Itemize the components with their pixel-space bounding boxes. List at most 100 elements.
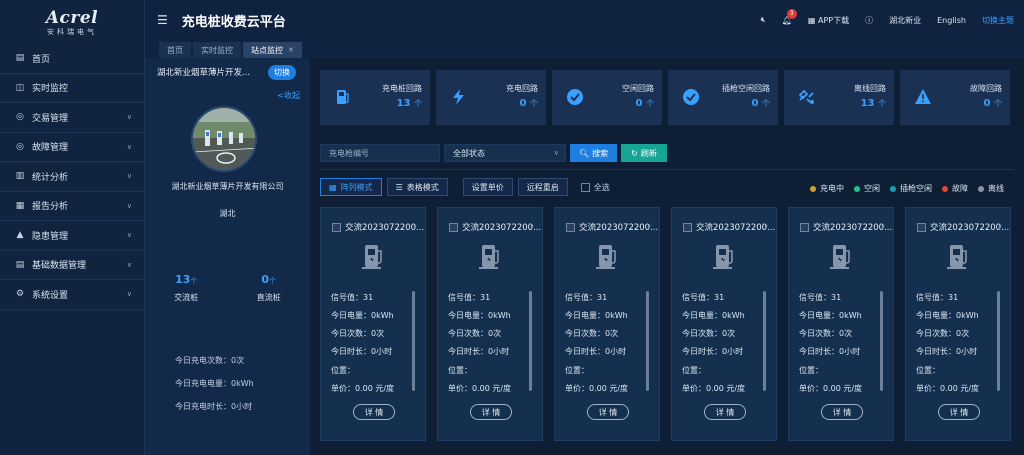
remote-restart-button[interactable]: 远程重启: [517, 178, 568, 196]
card-checkbox[interactable]: [800, 223, 809, 232]
chevron-down-icon: ∨: [126, 142, 132, 151]
pile-card[interactable]: 交流2023072200... ⌕ 信号值：31 今日电量：0kWh 今日次数：0次 今日…: [320, 207, 426, 441]
pile-card[interactable]: 交流2023072200... ⌕ 信号值：31 今日电量：0kWh 今日次数：0次 今日…: [905, 207, 1011, 441]
stat-label: 充电回路: [506, 84, 538, 93]
stat-unit: 个: [414, 99, 422, 108]
scrollbar[interactable]: [646, 291, 649, 391]
card-checkbox[interactable]: [566, 223, 575, 232]
card-checkbox[interactable]: [917, 223, 926, 232]
close-icon[interactable]: ✕: [288, 46, 294, 54]
dc-count-value: 0: [261, 273, 270, 286]
scrollbar[interactable]: [880, 291, 883, 391]
detail-button[interactable]: 详 情: [353, 404, 395, 420]
stat-value-wrap: 13 个: [397, 98, 422, 109]
stat-value-wrap: 0 个: [520, 98, 538, 109]
signal-value: 信号值：31: [916, 293, 959, 302]
sidebar-item-7[interactable]: ▤ 基础数据管理 ∨: [0, 251, 144, 280]
tab-label: 首页: [167, 45, 183, 55]
grid-mode-label: 阵列模式: [340, 182, 373, 192]
sidebar-item-6[interactable]: ▲ 隐患管理 ∨: [0, 221, 144, 251]
refresh-button[interactable]: ↻ 刷新: [621, 144, 667, 162]
pile-card[interactable]: 交流2023072200... ⌕ 信号值：31 今日电量：0kWh 今日次数：0次 今日…: [788, 207, 894, 441]
set-price-button[interactable]: 设置单价: [462, 178, 513, 196]
unplug-icon: [798, 88, 816, 106]
switch-theme-link[interactable]: 切换主题: [982, 15, 1014, 26]
app-download-link[interactable]: ▦ APP下载: [808, 15, 849, 26]
location: 位置：: [682, 366, 706, 375]
gun-code-input[interactable]: 充电枪编号: [320, 144, 440, 162]
station-photo: [191, 106, 257, 172]
select-all[interactable]: 全选: [580, 182, 610, 193]
tab-realtime[interactable]: 实时监控: [193, 42, 241, 58]
search-button[interactable]: 🔍︎ 搜索: [570, 144, 618, 162]
user-name[interactable]: 湖北新业: [889, 15, 921, 26]
sidebar-item-1[interactable]: ◫ 实时监控: [0, 74, 144, 103]
stat-card-1: 充电回路 0 个: [436, 70, 546, 125]
tab-home[interactable]: 首页: [159, 42, 191, 58]
today-count: 今日次数：0次: [448, 329, 502, 338]
menu-toggle-icon[interactable]: ☰: [157, 13, 168, 27]
chevron-down-icon: ∨: [126, 290, 132, 299]
pin-icon: ⌕: [998, 222, 1002, 230]
sidebar-item-8[interactable]: ⚙ 系统设置 ∨: [0, 280, 144, 310]
grid-mode-button[interactable]: ▦ 阵列模式: [320, 178, 382, 196]
today-count: 今日次数：0次: [565, 329, 619, 338]
pin-icon: ⌕: [881, 222, 885, 230]
lang-switch[interactable]: English: [937, 16, 966, 25]
today-count: 今日次数：0次: [916, 329, 970, 338]
sidebar: Acrel 安科瑞电气 ▤ 首页 ◫ 实时监控 ◎ 交易管理 ∨ ◎ 故障管理 ∨ ▥ 统计分析 ∨ ▦ 报…: [0, 0, 145, 455]
unit-price: 单价：0.00 元/度: [331, 384, 395, 393]
home-icon: ▤: [15, 53, 25, 64]
detail-button[interactable]: 详 情: [587, 404, 629, 420]
bell-icon[interactable]: 🔔︎ 3: [782, 8, 797, 25]
scrollbar[interactable]: [529, 291, 532, 391]
select-all-label: 全选: [593, 182, 610, 192]
signal-value: 信号值：31: [565, 293, 608, 302]
switch-station-button[interactable]: 切换: [268, 64, 296, 80]
table-mode-button[interactable]: ☰ 表格模式: [386, 178, 448, 196]
today-duration: 今日时长：0小时: [331, 347, 393, 356]
pile-card[interactable]: 交流2023072200... ⌕ 信号值：31 今日电量：0kWh 今日次数：0次 今日…: [437, 207, 543, 441]
tab-bar: 首页 实时监控 站点监控 ✕: [145, 40, 1024, 58]
detail-button[interactable]: 详 情: [470, 404, 512, 420]
app-download-label: APP下载: [817, 15, 850, 25]
help-icon[interactable]: ⓘ: [865, 15, 873, 26]
status-select[interactable]: 全部状态 ∨: [444, 144, 566, 162]
card-checkbox[interactable]: [683, 223, 692, 232]
logo-sub: 安科瑞电气: [47, 27, 97, 36]
card-checkbox[interactable]: [332, 223, 341, 232]
toolbar: ▦ 阵列模式 ☰ 表格模式 设置单价 远程重启 全选: [320, 178, 610, 196]
detail-button[interactable]: 详 情: [704, 404, 746, 420]
tab-station-monitor[interactable]: 站点监控 ✕: [243, 42, 302, 58]
stat-value-wrap: 0 个: [752, 98, 770, 109]
pile-card[interactable]: 交流2023072200... ⌕ 信号值：31 今日电量：0kWh 今日次数：0次 今日…: [554, 207, 660, 441]
legend-dot: [890, 185, 896, 192]
select-all-checkbox[interactable]: [580, 182, 590, 192]
tab-label: 站点监控: [251, 45, 283, 55]
legend-item: 插枪空闲: [890, 183, 932, 194]
sidebar-item-5[interactable]: ▦ 报告分析 ∨: [0, 192, 144, 221]
stat-unit: 个: [646, 99, 654, 108]
detail-button[interactable]: 详 情: [938, 404, 980, 420]
header-right: 🔇︎ 🔔︎ 3 ▦ APP下载 ⓘ 湖北新业 English 切换主题: [761, 0, 1014, 40]
sidebar-item-4[interactable]: ▥ 统计分析 ∨: [0, 162, 144, 192]
legend-label: 插枪空闲: [900, 184, 932, 193]
sidebar-item-2[interactable]: ◎ 交易管理 ∨: [0, 103, 144, 133]
pile-card[interactable]: 交流2023072200... ⌕ 信号值：31 今日电量：0kWh 今日次数：0次 今日…: [671, 207, 777, 441]
warning-icon: ▲: [16, 230, 24, 241]
scrollbar[interactable]: [412, 291, 415, 391]
card-checkbox[interactable]: [449, 223, 458, 232]
collapse-link[interactable]: <收起: [277, 90, 300, 101]
mute-icon[interactable]: 🔇︎: [761, 15, 766, 25]
signal-value: 信号值：31: [448, 293, 491, 302]
sidebar-item-0[interactable]: ▤ 首页: [0, 44, 144, 74]
pin-icon: ⌕: [413, 222, 417, 230]
sidebar-item-3[interactable]: ◎ 故障管理 ∨: [0, 133, 144, 162]
location: 位置：: [331, 366, 355, 375]
scrollbar[interactable]: [997, 291, 1000, 391]
scrollbar[interactable]: [763, 291, 766, 391]
sidebar-item-label: 隐患管理: [32, 231, 69, 242]
stat-value: 0: [519, 98, 527, 109]
today-energy: 今日电量：0kWh: [682, 311, 745, 320]
detail-button[interactable]: 详 情: [821, 404, 863, 420]
